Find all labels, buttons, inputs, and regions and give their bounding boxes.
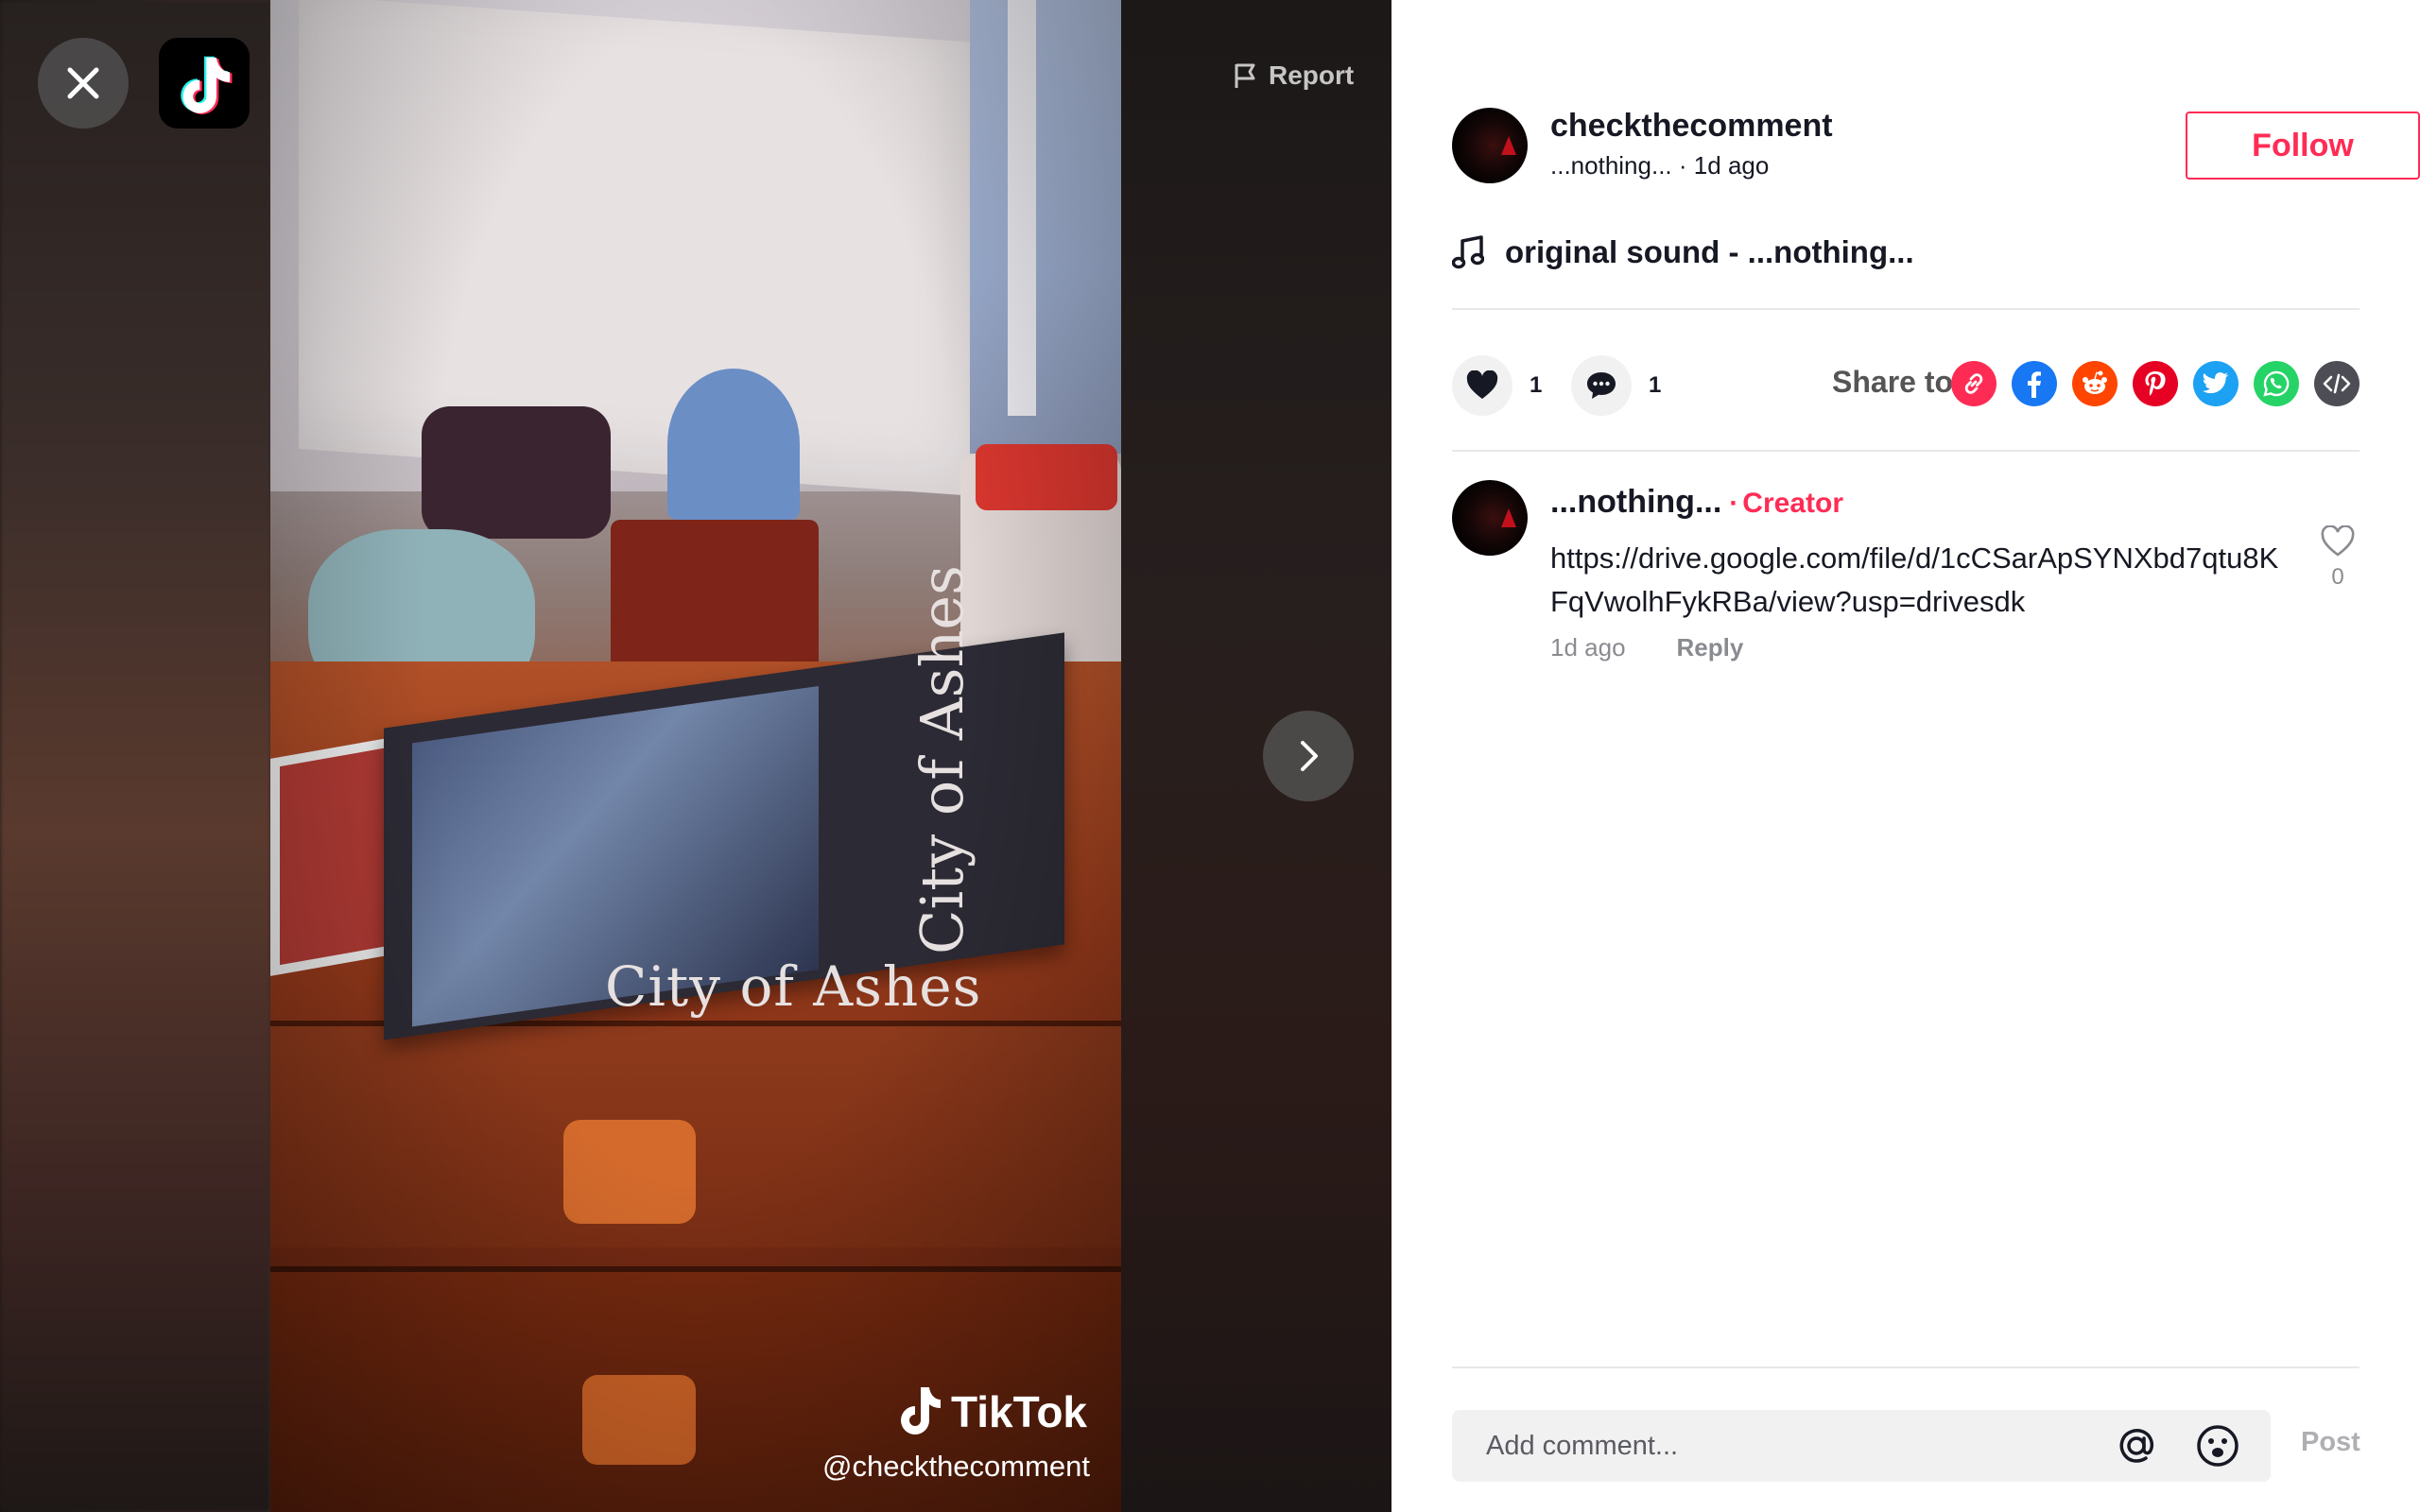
follow-button[interactable]: Follow xyxy=(2186,112,2420,180)
like-count: 1 xyxy=(1530,372,1543,398)
post-time: 1d ago xyxy=(1693,151,1770,180)
comment-username[interactable]: ...nothing... xyxy=(1550,484,1721,520)
comment-composer xyxy=(1452,1410,2271,1482)
comment-icon xyxy=(1587,372,1616,399)
tiktok-note-icon xyxy=(901,1387,941,1435)
comment-text: https://drive.google.com/file/d/1cCSarAp… xyxy=(1550,541,2279,618)
comment-header: ...nothing... · Creator xyxy=(1550,484,1843,521)
pinterest-icon[interactable] xyxy=(2133,361,2178,406)
link-icon[interactable] xyxy=(1951,361,1996,406)
tiktok-logo[interactable] xyxy=(159,38,250,129)
whatsapp-icon[interactable] xyxy=(2254,361,2299,406)
post-button[interactable]: Post xyxy=(2301,1427,2360,1458)
close-icon xyxy=(67,67,99,99)
close-button[interactable] xyxy=(38,38,129,129)
divider xyxy=(1452,308,2360,310)
tiktok-watermark: TikTok xyxy=(896,1385,1087,1438)
reddit-icon[interactable] xyxy=(2072,361,2118,406)
emoji-button[interactable] xyxy=(2195,1423,2240,1473)
comment-count: 1 xyxy=(1649,372,1662,398)
report-button[interactable]: Report xyxy=(1233,60,1354,91)
mention-button[interactable] xyxy=(2114,1423,2159,1473)
flag-icon xyxy=(1235,63,1255,88)
divider xyxy=(1452,1366,2360,1368)
emoji-icon xyxy=(2197,1425,2238,1467)
meta-separator: · xyxy=(1678,151,1687,180)
details-panel: checkthecomment ...nothing... · 1d ago F… xyxy=(1392,0,2420,1512)
like-button[interactable]: 1 xyxy=(1452,355,1542,416)
comment-button[interactable]: 1 xyxy=(1571,355,1661,416)
comment-item: ...nothing... · Creator https://drive.goog… xyxy=(1452,478,2360,667)
tiktok-logo-icon xyxy=(181,56,233,114)
author-header: checkthecomment ...nothing... · 1d ago F… xyxy=(1452,106,2420,185)
report-label: Report xyxy=(1269,60,1355,90)
comment-time: 1d ago xyxy=(1550,633,1626,662)
comment-meta: 1d ago Reply xyxy=(1550,633,1743,662)
comment-avatar[interactable] xyxy=(1452,480,1528,556)
reply-button[interactable]: Reply xyxy=(1677,633,1744,662)
author-username[interactable]: checkthecomment xyxy=(1550,108,1833,145)
at-icon xyxy=(2119,1429,2154,1463)
music-note-icon xyxy=(1452,235,1484,269)
creator-badge: Creator xyxy=(1742,488,1843,519)
video-book-title: City of Ashes xyxy=(605,954,982,1019)
comment-like-button[interactable]: 0 xyxy=(2316,524,2360,591)
chevron-right-icon xyxy=(1301,741,1318,771)
next-video-button[interactable] xyxy=(1263,711,1354,801)
heart-outline-icon xyxy=(2321,524,2355,557)
music-info[interactable]: original sound - ...nothing... xyxy=(1452,234,1914,270)
video-player[interactable] xyxy=(270,0,1121,1512)
author-nickname: ...nothing... xyxy=(1550,151,1672,180)
facebook-icon[interactable] xyxy=(2012,361,2057,406)
author-avatar[interactable] xyxy=(1452,108,1528,183)
author-meta: ...nothing... · 1d ago xyxy=(1550,151,1769,180)
share-label: Share to xyxy=(1832,365,1954,399)
divider xyxy=(1452,450,2360,452)
comment-dot: · xyxy=(1729,488,1739,519)
video-area: City of Ashes City of Ashes TikTok @chec… xyxy=(0,0,1392,1512)
embed-icon[interactable] xyxy=(2314,361,2360,406)
blurred-background-left xyxy=(0,0,270,1512)
music-title: original sound - ...nothing... xyxy=(1505,234,1914,269)
twitter-icon[interactable] xyxy=(2193,361,2238,406)
watermark-handle: @checkthecomment xyxy=(822,1450,1091,1483)
share-icons xyxy=(1951,361,2360,406)
heart-icon xyxy=(1466,370,1498,399)
action-bar: 1 1 Share to xyxy=(1452,352,2360,416)
comment-like-count: 0 xyxy=(2331,564,2344,590)
video-book-spine-title: City of Ashes xyxy=(908,565,977,954)
comment-input[interactable] xyxy=(1486,1410,2053,1482)
watermark-logo-text: TikTok xyxy=(951,1387,1087,1436)
